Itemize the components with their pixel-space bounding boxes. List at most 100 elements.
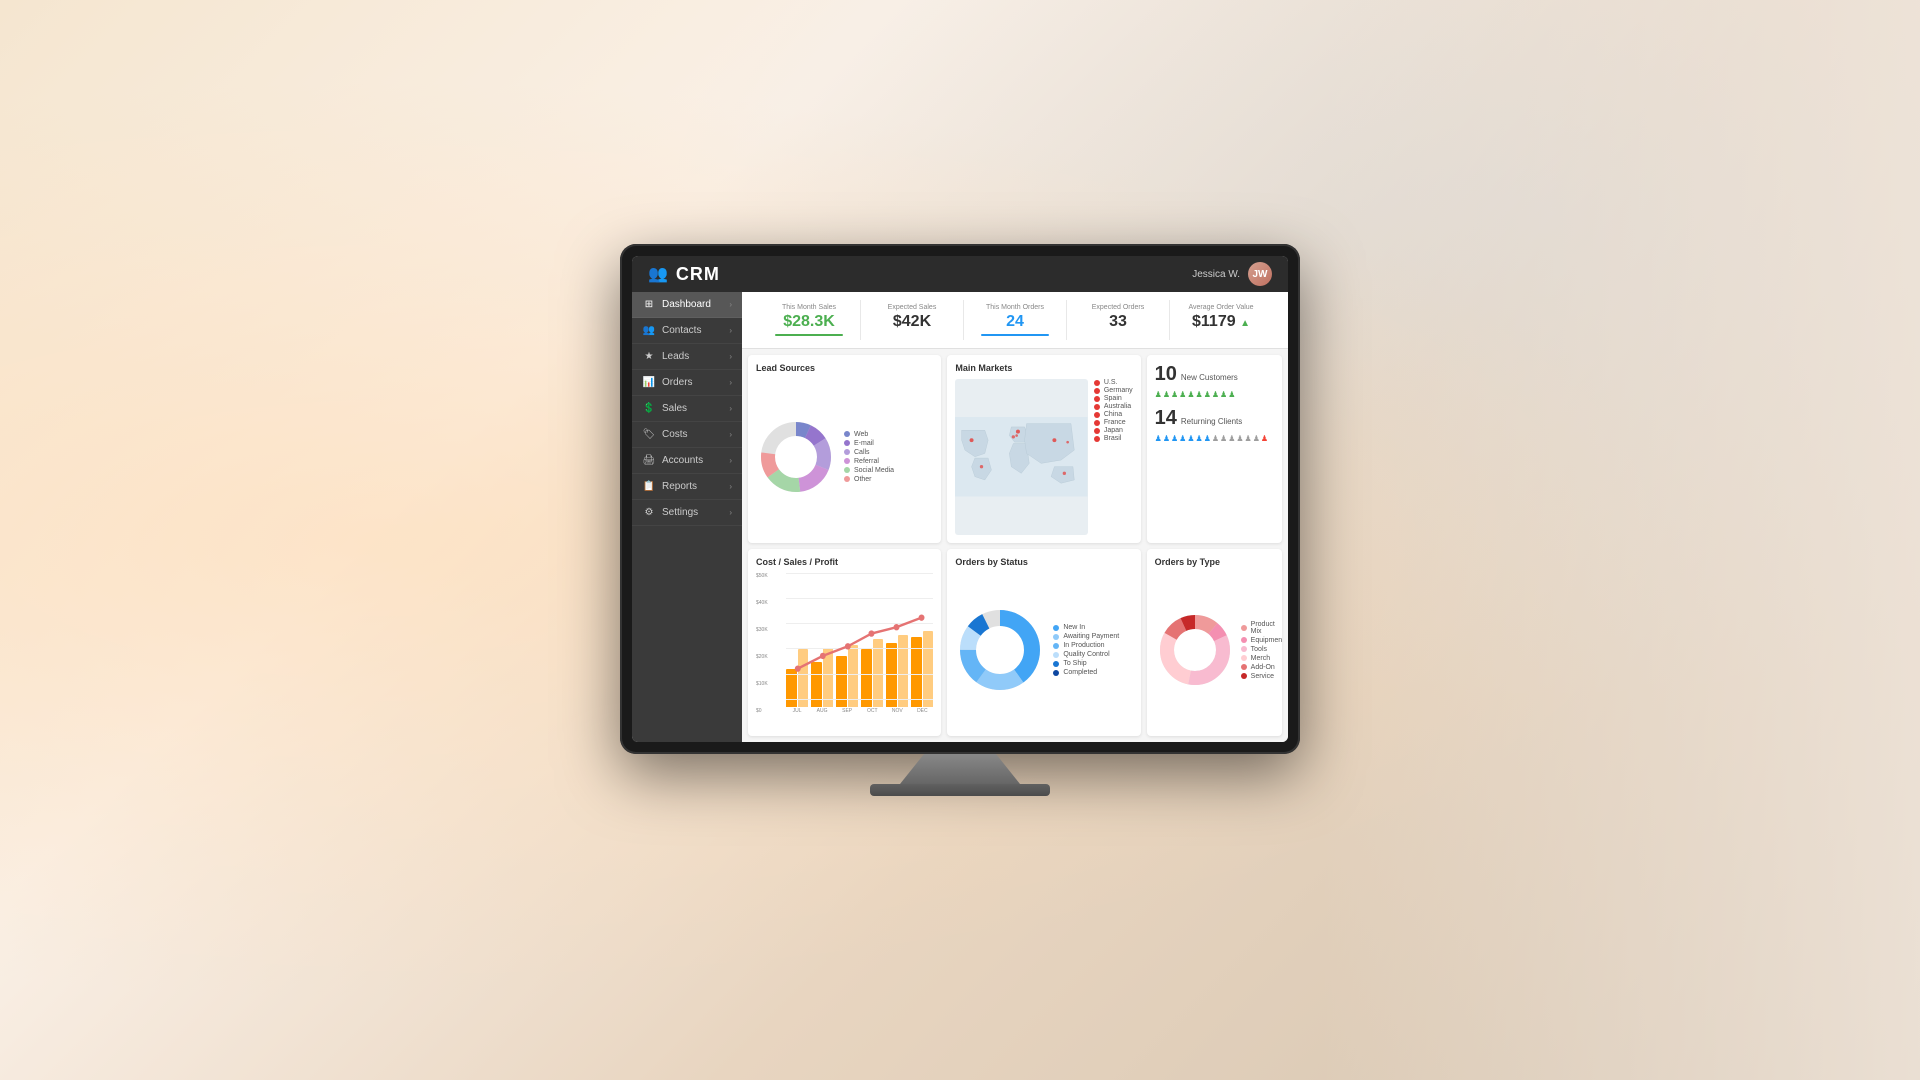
sales-bar-jul [798, 649, 809, 707]
legend-spain: Spain [1094, 395, 1133, 402]
ret-icon-5: ♟ [1187, 434, 1194, 443]
legend-label-us: U.S. [1104, 379, 1118, 386]
charts-grid: Lead Sources [742, 349, 1288, 742]
settings-arrow: › [729, 508, 732, 517]
sales-bar-sep [848, 645, 859, 707]
legend-other: Other [844, 476, 894, 483]
returning-clients-label: Returning Clients [1181, 417, 1242, 426]
legend-label-spain: Spain [1104, 395, 1122, 402]
new-cust-icon-5: ♟ [1187, 390, 1194, 399]
bar-label-aug: AUG [817, 708, 828, 714]
legend-add-on: Add-On [1241, 664, 1282, 671]
screen: 👥 CRM Jessica W. JW ⊞ Dashboard [632, 256, 1288, 742]
cost-bar-sep [836, 656, 847, 707]
bar-pair-aug [811, 627, 833, 707]
legend-social: Social Media [844, 467, 894, 474]
main-markets-card: Main Markets [947, 355, 1140, 543]
sidebar-label-reports: Reports [662, 481, 697, 492]
stat-expected-sales: Expected Sales $42K [861, 300, 964, 340]
y-label-10k: $10K [756, 681, 768, 687]
dot-to-ship [1053, 661, 1059, 667]
sidebar-item-leads-left: ★ Leads [642, 351, 689, 362]
legend-label-other: Other [854, 476, 872, 483]
orders-type-content: Product Mix Equipment Tools [1155, 573, 1274, 729]
sales-bar-oct [873, 639, 884, 707]
label-equipment: Equipment [1251, 637, 1282, 644]
sidebar-item-reports[interactable]: 📋 Reports › [632, 474, 742, 500]
ret-icon-7: ♟ [1204, 434, 1211, 443]
sidebar-label-sales: Sales [662, 403, 687, 414]
sales-bar-aug [823, 648, 834, 707]
dashboard-content: This Month Sales $28.3K Expected Sales $… [742, 292, 1288, 742]
avg-order-value: $1179 ▲ [1192, 313, 1250, 331]
legend-tools: Tools [1241, 646, 1282, 653]
cost-bar-nov [886, 643, 897, 707]
sidebar-item-dashboard-left: ⊞ Dashboard [642, 299, 711, 310]
y-label-40k: $40K [756, 600, 768, 606]
user-info[interactable]: Jessica W. JW [1192, 262, 1272, 286]
sidebar-item-settings[interactable]: ⚙ Settings › [632, 500, 742, 526]
label-completed: Completed [1063, 669, 1097, 676]
dot-product-mix [1241, 625, 1247, 631]
ret-icon-8: ♟ [1212, 434, 1219, 443]
sidebar-item-dashboard[interactable]: ⊞ Dashboard › [632, 292, 742, 318]
grid-line-2 [786, 598, 933, 599]
orders-type-legend: Product Mix Equipment Tools [1241, 621, 1282, 680]
y-label-50k: $50K [756, 573, 768, 579]
bar-group-dec: DEC [911, 627, 933, 714]
sidebar-item-costs[interactable]: 🏷 Costs › [632, 422, 742, 448]
logo: 👥 CRM [648, 264, 720, 285]
sidebar-item-sales[interactable]: 💲 Sales › [632, 396, 742, 422]
this-month-orders-value: 24 [1006, 313, 1024, 331]
dot-awaiting [1053, 634, 1059, 640]
grid-line-3 [786, 623, 933, 624]
legend-dot-spain [1094, 396, 1100, 402]
dashboard-icon: ⊞ [642, 299, 656, 310]
app-header: 👥 CRM Jessica W. JW [632, 256, 1288, 292]
legend-us: U.S. [1094, 379, 1133, 386]
sidebar-item-contacts[interactable]: 👥 Contacts › [632, 318, 742, 344]
sales-bar-nov [898, 635, 909, 707]
bar-group-aug: AUG [811, 627, 833, 714]
dot-completed [1053, 670, 1059, 676]
new-customers-header: 10 New Customers [1155, 363, 1274, 386]
label-in-production: In Production [1063, 642, 1104, 649]
sidebar-item-orders[interactable]: 📊 Orders › [632, 370, 742, 396]
cost-bar-aug [811, 662, 822, 707]
sidebar-item-leads[interactable]: ★ Leads › [632, 344, 742, 370]
avg-order-arrow: ▲ [1240, 318, 1250, 329]
new-cust-icon-4: ♟ [1179, 390, 1186, 399]
sidebar-label-accounts: Accounts [662, 455, 703, 466]
legend-label-china: China [1104, 411, 1122, 418]
new-cust-icon-7: ♟ [1204, 390, 1211, 399]
legend-label-email: E-mail [854, 440, 874, 447]
settings-icon: ⚙ [642, 507, 656, 518]
bar-label-oct: OCT [867, 708, 878, 714]
new-customers-count: 10 [1155, 363, 1177, 386]
sidebar-item-accounts-left: 🖨 Accounts [642, 455, 703, 466]
map-area [955, 379, 1088, 535]
expected-sales-label: Expected Sales [888, 304, 937, 311]
contacts-arrow: › [729, 326, 732, 335]
sidebar-label-settings: Settings [662, 507, 698, 518]
legend-label-web: Web [854, 431, 868, 438]
sidebar: ⊞ Dashboard › 👥 Contacts › [632, 292, 742, 742]
monitor: 👥 CRM Jessica W. JW ⊞ Dashboard [620, 244, 1300, 754]
sidebar-item-accounts[interactable]: 🖨 Accounts › [632, 448, 742, 474]
reports-arrow: › [729, 482, 732, 491]
avatar[interactable]: JW [1248, 262, 1272, 286]
sales-progress-bar [775, 334, 844, 336]
orders-arrow: › [729, 378, 732, 387]
dot-equipment [1241, 637, 1247, 643]
bar-group-jul: JUL [786, 627, 808, 714]
new-cust-icon-9: ♟ [1220, 390, 1227, 399]
dot-service [1241, 673, 1247, 679]
ret-icon-3: ♟ [1171, 434, 1178, 443]
legend-new-in: New In [1053, 624, 1119, 631]
new-cust-icon-3: ♟ [1171, 390, 1178, 399]
new-customers-icons: ♟ ♟ ♟ ♟ ♟ ♟ ♟ ♟ ♟ ♟ [1155, 390, 1274, 399]
new-customers-section: 10 New Customers ♟ ♟ ♟ ♟ ♟ ♟ [1155, 363, 1274, 399]
lead-sources-content: Web E-mail Calls [756, 379, 933, 535]
legend-germany: Germany [1094, 387, 1133, 394]
lead-sources-donut [756, 417, 836, 497]
